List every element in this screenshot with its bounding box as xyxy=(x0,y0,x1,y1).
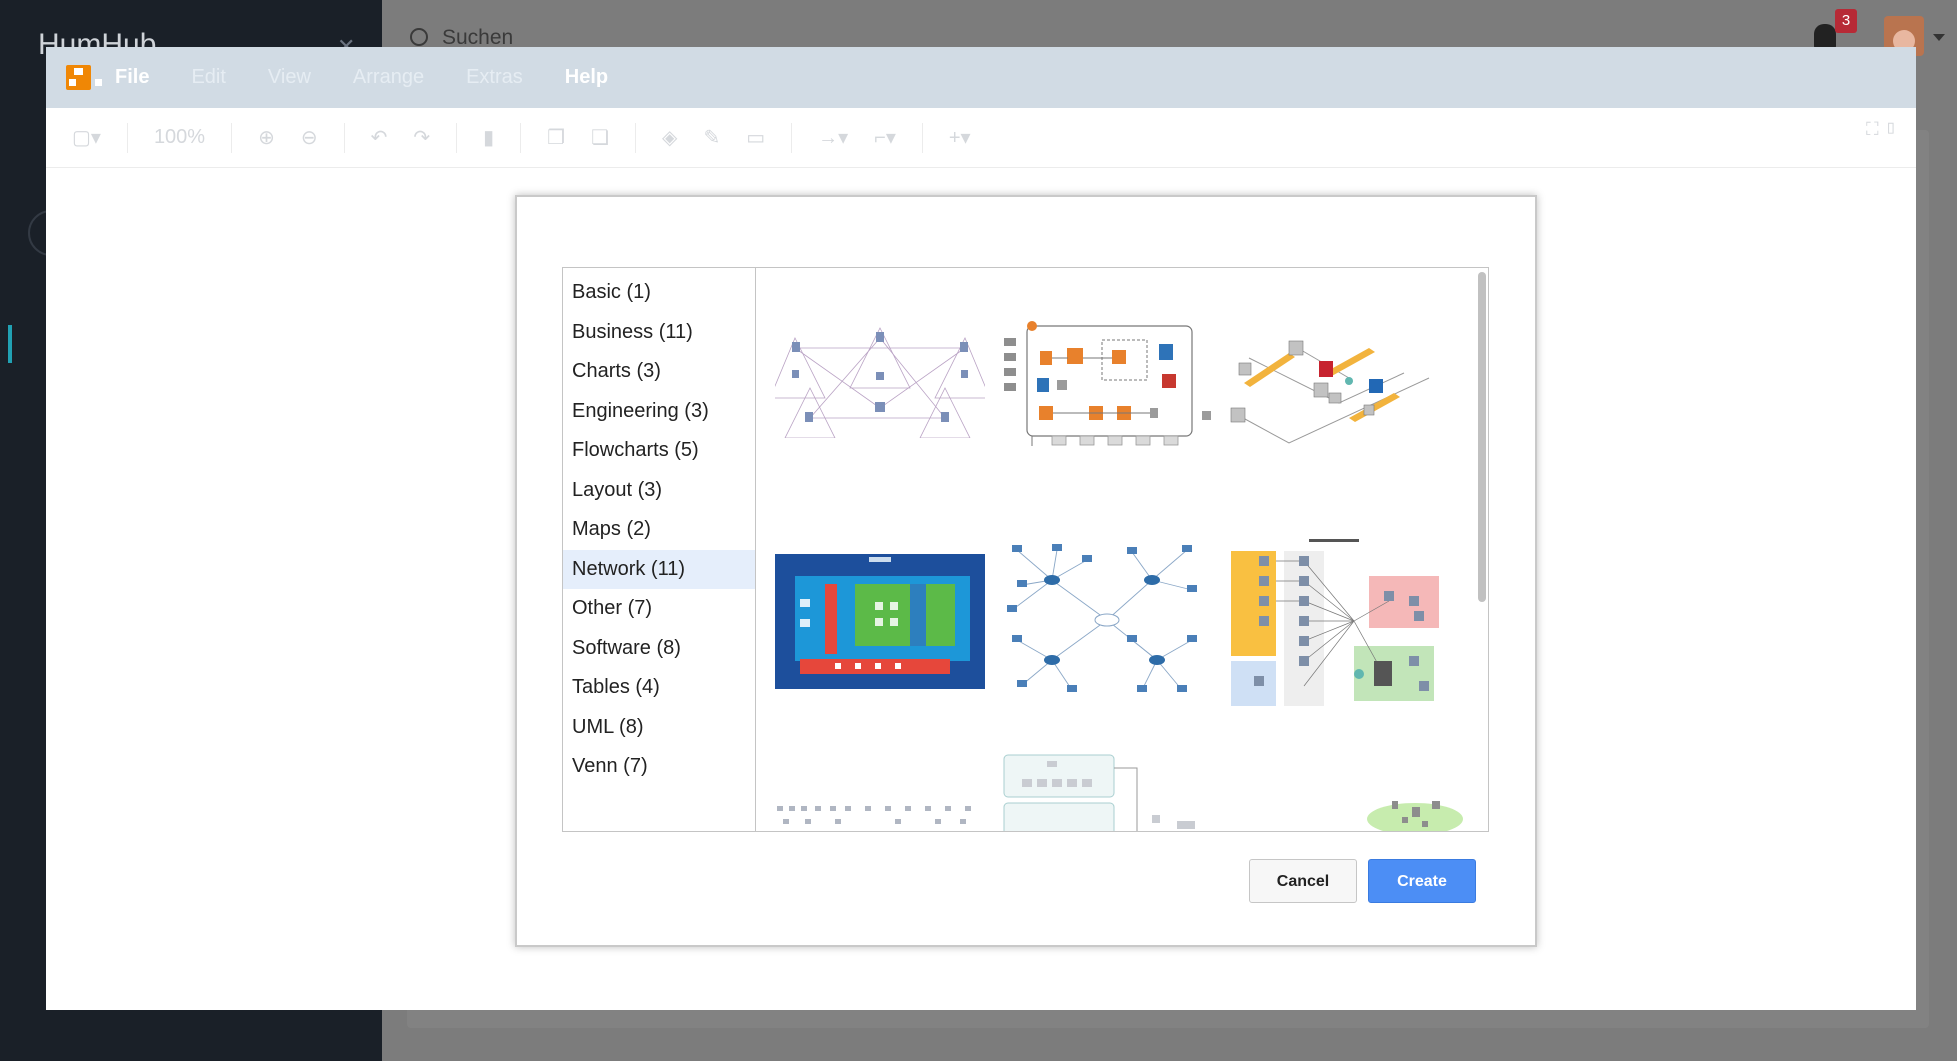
format-panel-icon[interactable]: ▢▾ xyxy=(72,125,101,150)
category-basic[interactable]: Basic (1) xyxy=(563,273,755,313)
category-charts[interactable]: Charts (3) xyxy=(563,352,755,392)
bell-icon xyxy=(1814,24,1836,48)
notification-badge: 3 xyxy=(1835,9,1857,33)
menubar: File Edit View Arrange Extras Help xyxy=(46,47,1916,108)
template-browser: Basic (1) Business (11) Charts (3) Engin… xyxy=(562,267,1489,832)
toolbar: ▢▾ 100% ⊕ ⊖ ↶ ↷ ▮ ❐ ❏ ◈ ✎ ▭ →▾ ⌐▾ +▾ xyxy=(46,108,1916,168)
template-thumbnail[interactable] xyxy=(775,318,985,438)
waypoints-icon[interactable]: ⌐▾ xyxy=(874,125,896,150)
category-other[interactable]: Other (7) xyxy=(563,589,755,629)
drawio-logo-icon xyxy=(66,65,102,90)
category-flowcharts[interactable]: Flowcharts (5) xyxy=(563,431,755,471)
category-network[interactable]: Network (11) xyxy=(563,549,755,589)
category-maps[interactable]: Maps (2) xyxy=(563,510,755,550)
template-dialog: Basic (1) Business (11) Charts (3) Engin… xyxy=(515,195,1537,947)
menu-view[interactable]: View xyxy=(268,66,311,89)
template-thumbnail[interactable] xyxy=(775,554,985,689)
search-placeholder: Suchen xyxy=(442,26,514,49)
zoom-out-icon[interactable]: ⊖ xyxy=(301,125,318,150)
menu-edit[interactable]: Edit xyxy=(191,66,225,89)
chevron-down-icon xyxy=(1933,34,1945,41)
fill-color-icon[interactable]: ◈ xyxy=(662,125,677,150)
category-software[interactable]: Software (8) xyxy=(563,629,755,669)
template-thumbnails xyxy=(757,268,1488,831)
template-thumbnail[interactable] xyxy=(1229,323,1439,448)
template-thumbnail[interactable] xyxy=(1002,540,1212,695)
category-layout[interactable]: Layout (3) xyxy=(563,471,755,511)
category-business[interactable]: Business (11) xyxy=(563,313,755,353)
delete-icon[interactable]: ▮ xyxy=(483,125,494,150)
menu-arrange[interactable]: Arrange xyxy=(353,66,424,89)
category-tables[interactable]: Tables (4) xyxy=(563,668,755,708)
menu-help[interactable]: Help xyxy=(565,66,608,89)
cancel-button[interactable]: Cancel xyxy=(1249,859,1357,903)
insert-icon[interactable]: +▾ xyxy=(949,125,971,150)
category-engineering[interactable]: Engineering (3) xyxy=(563,392,755,432)
zoom-in-icon[interactable]: ⊕ xyxy=(258,125,275,150)
category-uml[interactable]: UML (8) xyxy=(563,708,755,748)
to-back-icon[interactable]: ❏ xyxy=(591,125,609,150)
thumbnail-scrollbar[interactable] xyxy=(1478,272,1486,602)
template-thumbnail[interactable] xyxy=(1002,753,1212,831)
menu-file[interactable]: File xyxy=(115,66,149,89)
template-thumbnail[interactable] xyxy=(1229,536,1439,706)
connection-icon[interactable]: →▾ xyxy=(818,125,848,150)
template-thumbnail[interactable] xyxy=(1002,316,1212,446)
shadow-icon[interactable]: ▭ xyxy=(746,125,765,150)
menu-extras[interactable]: Extras xyxy=(466,66,523,89)
create-button[interactable]: Create xyxy=(1368,859,1476,903)
template-thumbnail[interactable] xyxy=(1317,793,1488,831)
sidebar-active-indicator xyxy=(8,325,12,363)
redo-icon[interactable]: ↷ xyxy=(413,125,430,150)
category-list: Basic (1) Business (11) Charts (3) Engin… xyxy=(563,268,756,831)
template-thumbnail[interactable] xyxy=(775,803,985,831)
search-icon xyxy=(410,28,428,46)
zoom-select[interactable]: 100% xyxy=(154,126,205,149)
to-front-icon[interactable]: ❐ xyxy=(547,125,565,150)
fullscreen-icon[interactable]: ⛶ ▯ xyxy=(1866,119,1898,140)
line-color-icon[interactable]: ✎ xyxy=(703,125,720,150)
undo-icon[interactable]: ↶ xyxy=(371,125,388,150)
drawio-editor: File Edit View Arrange Extras Help ▢▾ 10… xyxy=(46,47,1916,1010)
category-venn[interactable]: Venn (7) xyxy=(563,747,755,787)
